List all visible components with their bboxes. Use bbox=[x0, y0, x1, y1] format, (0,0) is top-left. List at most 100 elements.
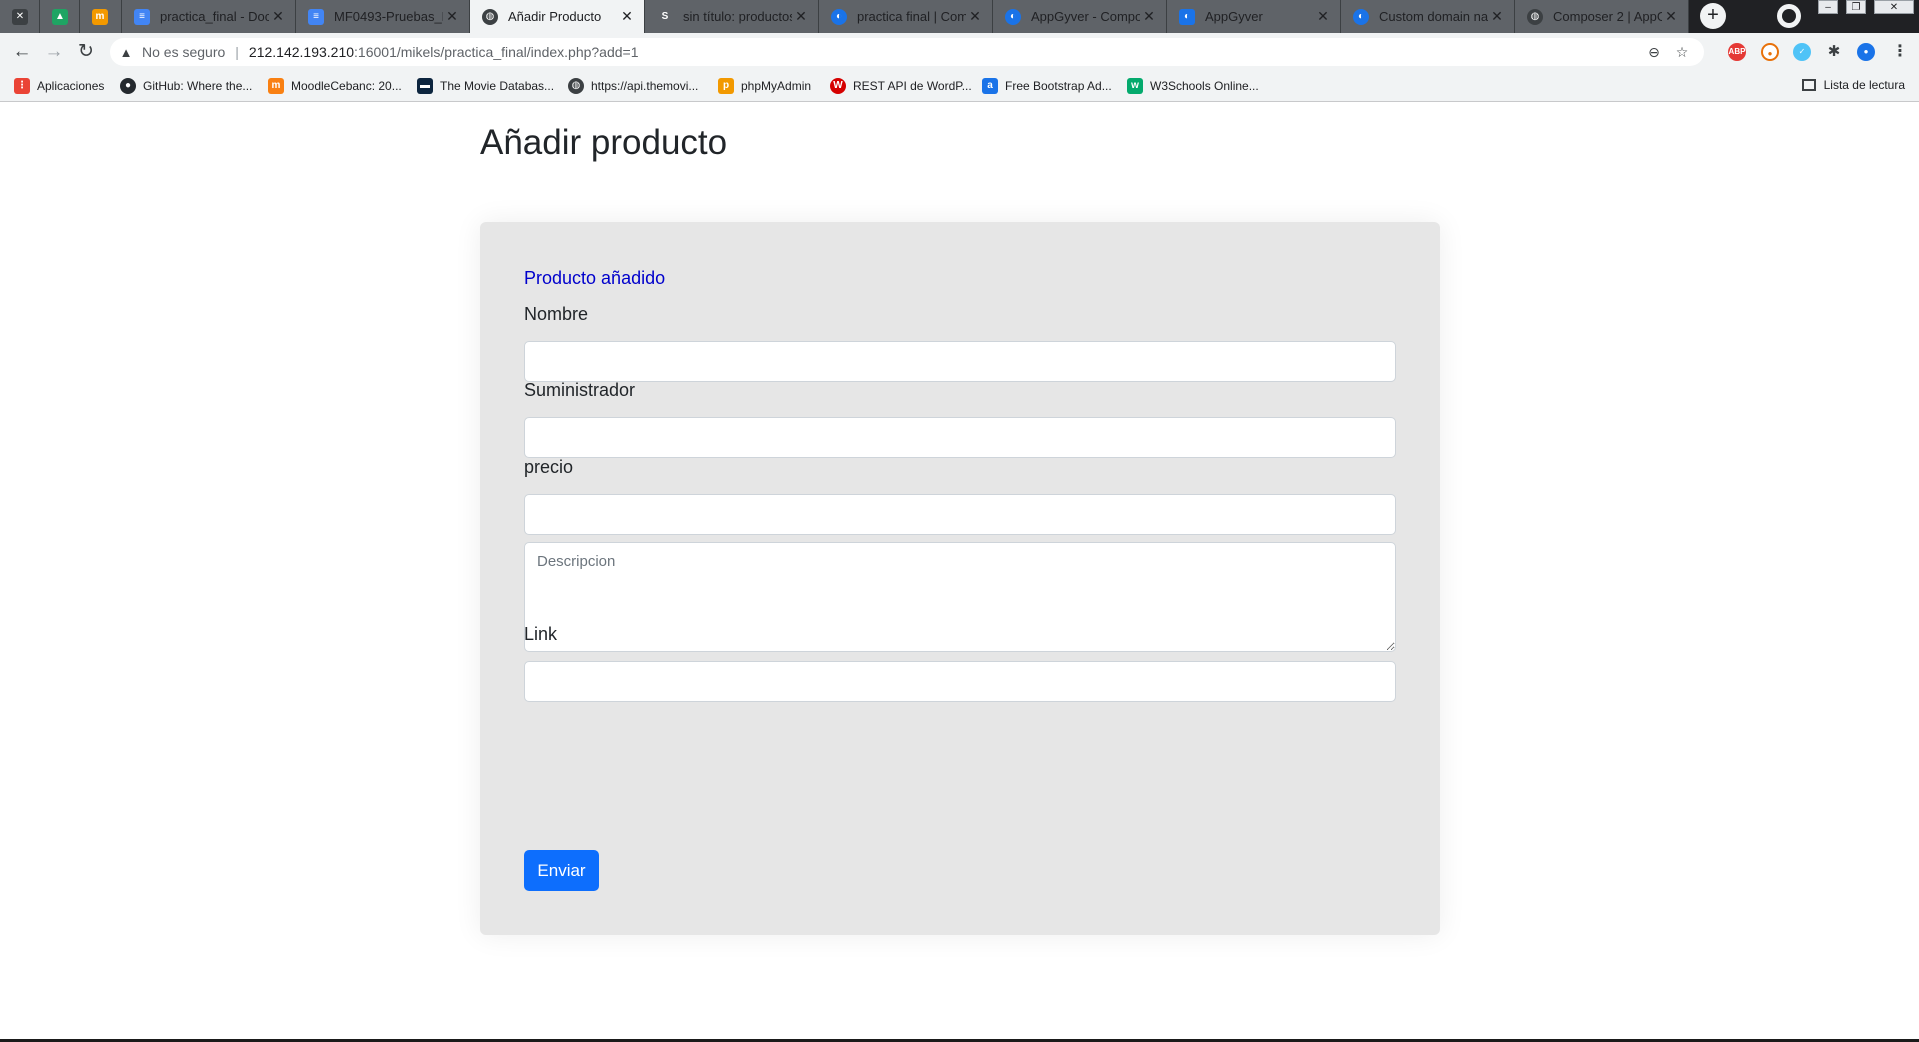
phpmyadmin-icon: S bbox=[657, 8, 673, 25]
add-product-form: Producto añadido Nombre Suministrador pr… bbox=[480, 222, 1440, 935]
bookmark-aplicaciones[interactable]: ⋮ Aplicaciones bbox=[14, 78, 104, 94]
extension-icon[interactable]: ● bbox=[1761, 43, 1779, 61]
tab-mf0493-docs[interactable]: ≡ MF0493-Pruebas_FIN ✕ bbox=[296, 0, 470, 33]
status-message: Producto añadido bbox=[524, 268, 666, 288]
tab-custom-domain[interactable]: ◐ Custom domain nam ✕ bbox=[1341, 0, 1515, 33]
appgyver-icon: ◐ bbox=[1353, 8, 1369, 25]
bookmark-label: Free Bootstrap Ad... bbox=[1005, 79, 1112, 93]
appgyver-icon: ◐ bbox=[831, 8, 847, 25]
tab-appgyver-practica[interactable]: ◐ practica final | Comp ✕ bbox=[819, 0, 993, 33]
tab-appgyver-composer[interactable]: ◐ AppGyver - Compos ✕ bbox=[993, 0, 1167, 33]
page-content: Añadir producto Producto añadido Nombre … bbox=[0, 103, 1919, 1042]
bookmark-moodle[interactable]: m MoodleCebanc: 20... bbox=[268, 78, 402, 94]
minimize-button[interactable]: – bbox=[1818, 0, 1838, 14]
tab-search-icon bbox=[1782, 9, 1796, 23]
close-icon[interactable]: ✕ bbox=[1662, 8, 1680, 25]
close-icon[interactable]: ✕ bbox=[618, 8, 636, 25]
page-title: Añadir producto bbox=[480, 123, 728, 162]
back-button[interactable]: ← bbox=[8, 38, 36, 66]
bookmark-tmdb[interactable]: ▬ The Movie Databas... bbox=[417, 78, 554, 94]
tab-practica-final-docs[interactable]: ≡ practica_final - Docu ✕ bbox=[122, 0, 296, 33]
pinned-app-icon: m bbox=[92, 8, 108, 25]
new-tab-button[interactable]: + bbox=[1700, 3, 1726, 29]
globe-icon: ◍ bbox=[482, 8, 498, 25]
bookmark-label: https://api.themovi... bbox=[591, 79, 699, 93]
bookmark-free-bootstrap[interactable]: a Free Bootstrap Ad... bbox=[982, 78, 1112, 94]
menu-kebab-icon[interactable]: ⋮ bbox=[1891, 43, 1909, 61]
nombre-label: Nombre bbox=[524, 304, 589, 324]
tab-appgyver[interactable]: ◐ AppGyver ✕ bbox=[1167, 0, 1341, 33]
tab-title: Composer 2 | AppGy bbox=[1553, 9, 1662, 24]
bookmark-label: REST API de WordP... bbox=[853, 79, 972, 93]
close-icon[interactable]: ✕ bbox=[792, 8, 810, 25]
url-host: 212.142.193.210 bbox=[248, 44, 355, 60]
bookmark-w3schools[interactable]: w W3Schools Online... bbox=[1127, 78, 1259, 94]
warning-icon[interactable]: ▲ bbox=[118, 45, 134, 60]
profile-avatar[interactable]: ● bbox=[1857, 43, 1875, 61]
bookmark-github[interactable]: ● GitHub: Where the... bbox=[120, 78, 252, 94]
bookmark-phpmyadmin[interactable]: p phpMyAdmin bbox=[718, 78, 811, 94]
forward-button[interactable]: → bbox=[40, 38, 68, 66]
close-icon[interactable]: ✕ bbox=[1140, 8, 1158, 25]
globe-icon: ◍ bbox=[1527, 8, 1543, 25]
extension-icon[interactable]: ✓ bbox=[1793, 43, 1811, 61]
tab-phpmyadmin-productos[interactable]: S sin título: productos ✕ bbox=[645, 0, 819, 33]
tab-title: MF0493-Pruebas_FIN bbox=[334, 9, 443, 24]
bookmark-themoviedb-api[interactable]: ◍ https://api.themovi... bbox=[568, 78, 698, 94]
descripcion-textarea[interactable] bbox=[524, 542, 1396, 652]
bookmark-label: Aplicaciones bbox=[37, 79, 105, 93]
security-label[interactable]: No es seguro bbox=[142, 44, 225, 60]
tab-title: AppGyver bbox=[1205, 9, 1263, 24]
tab-pinned-3[interactable]: m bbox=[80, 0, 122, 33]
apps-grid-icon: ⋮ bbox=[14, 78, 30, 94]
suministrador-input[interactable] bbox=[524, 417, 1396, 458]
bookmark-label: phpMyAdmin bbox=[741, 79, 812, 93]
tab-pinned-1[interactable]: ✕ bbox=[0, 0, 40, 33]
link-input[interactable] bbox=[524, 661, 1396, 702]
address-bar[interactable]: ▲ No es seguro | 212.142.193.210:16001/m… bbox=[110, 38, 1704, 66]
bookmarks-bar: ⋮ Aplicaciones ● GitHub: Where the... m … bbox=[0, 71, 1919, 102]
tab-title: AppGyver - Compos bbox=[1031, 9, 1140, 24]
pinned-app-icon: ✕ bbox=[12, 8, 28, 25]
close-icon[interactable]: ✕ bbox=[966, 8, 984, 25]
precio-input[interactable] bbox=[524, 494, 1396, 535]
tab-composer-2[interactable]: ◍ Composer 2 | AppGy ✕ bbox=[1515, 0, 1689, 33]
restore-button[interactable]: ❐ bbox=[1846, 0, 1866, 14]
moodle-icon: m bbox=[268, 78, 284, 94]
zoom-icon[interactable]: ⊖ bbox=[1640, 44, 1668, 61]
reading-list-button[interactable]: Lista de lectura bbox=[1801, 78, 1905, 92]
bookmark-label: MoodleCebanc: 20... bbox=[291, 79, 402, 93]
close-icon[interactable]: ✕ bbox=[443, 8, 461, 25]
bookmark-wordpress-rest[interactable]: W REST API de WordP... bbox=[830, 78, 972, 94]
tab-pinned-2[interactable]: ▲ bbox=[40, 0, 80, 33]
w3schools-icon: w bbox=[1127, 78, 1143, 94]
reading-list-icon bbox=[1801, 79, 1816, 91]
bookmark-label: GitHub: Where the... bbox=[143, 79, 253, 93]
tab-title: Custom domain nam bbox=[1379, 9, 1488, 24]
close-window-button[interactable]: ✕ bbox=[1874, 0, 1914, 14]
browser-toolbar: ← → ↻ ▲ No es seguro | 212.142.193.210:1… bbox=[0, 33, 1919, 71]
nombre-input[interactable] bbox=[524, 341, 1396, 382]
phpmyadmin-icon: p bbox=[718, 78, 734, 94]
appgyver-icon: ◐ bbox=[1005, 8, 1021, 25]
address-separator: | bbox=[235, 44, 239, 60]
adblock-extension-icon[interactable]: ABP bbox=[1728, 43, 1746, 61]
enviar-button[interactable]: Enviar bbox=[524, 850, 599, 891]
wordpress-icon: W bbox=[830, 78, 846, 94]
tab-search-button[interactable] bbox=[1777, 4, 1801, 28]
precio-label: precio bbox=[524, 457, 574, 477]
google-docs-icon: ≡ bbox=[134, 8, 150, 25]
reload-button[interactable]: ↻ bbox=[72, 38, 100, 66]
bootstrap-icon: a bbox=[982, 78, 998, 94]
globe-icon: ◍ bbox=[568, 78, 584, 94]
tab-title: Añadir Producto bbox=[508, 9, 602, 24]
close-icon[interactable]: ✕ bbox=[1488, 8, 1506, 25]
tab-title: practica final | Comp bbox=[857, 9, 966, 24]
tab-anadir-producto[interactable]: ◍ Añadir Producto ✕ bbox=[470, 0, 645, 33]
close-icon[interactable]: ✕ bbox=[269, 8, 287, 25]
close-icon[interactable]: ✕ bbox=[1314, 8, 1332, 25]
bookmark-star-icon[interactable]: ☆ bbox=[1668, 44, 1696, 61]
bookmark-label: W3Schools Online... bbox=[1150, 79, 1259, 93]
link-label: Link bbox=[524, 624, 558, 644]
extensions-puzzle-icon[interactable]: ✱ bbox=[1825, 43, 1843, 61]
